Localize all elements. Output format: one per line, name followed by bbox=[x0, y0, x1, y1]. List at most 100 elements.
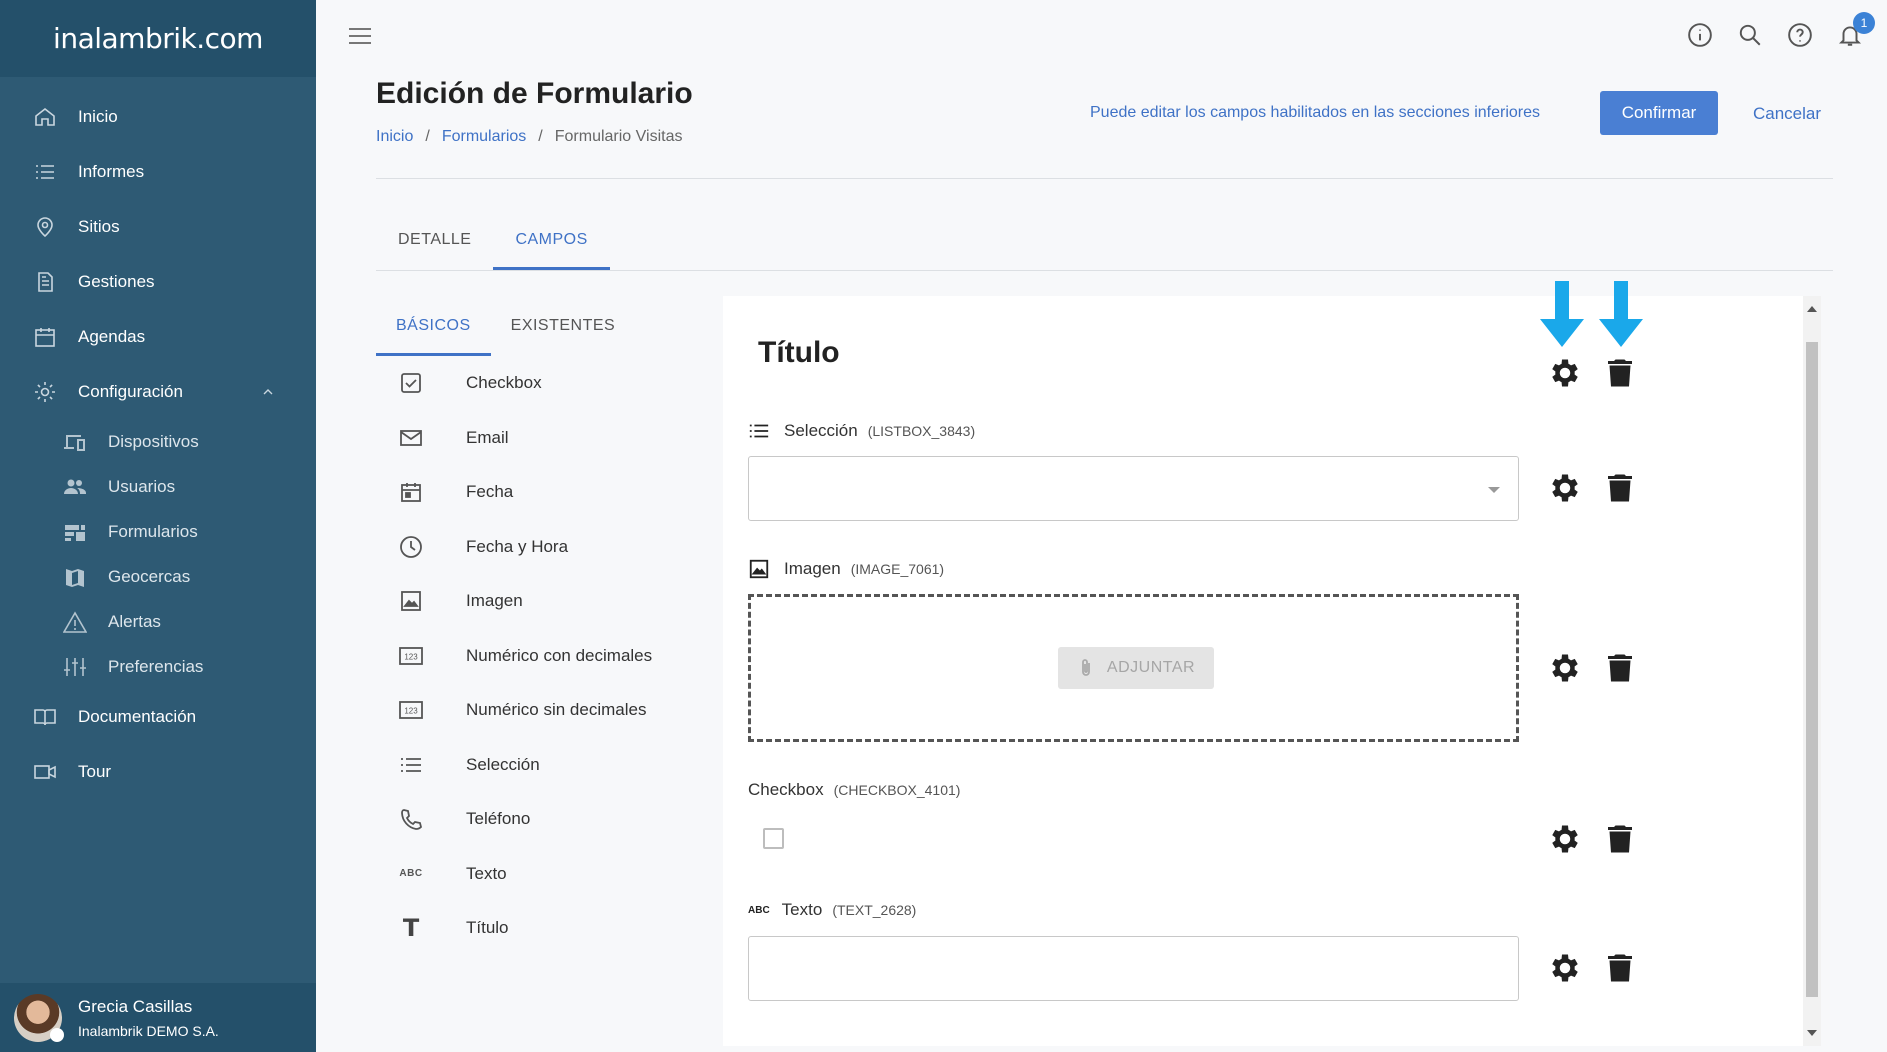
sidebar-item-sitios[interactable]: Sitios bbox=[0, 199, 316, 254]
subtab-existentes[interactable]: EXISTENTES bbox=[491, 303, 636, 356]
breadcrumb-inicio[interactable]: Inicio bbox=[376, 128, 413, 146]
field-code: (LISTBOX_3843) bbox=[867, 423, 976, 439]
confirm-button[interactable]: Confirmar bbox=[1600, 91, 1718, 135]
subtab-basicos[interactable]: BÁSICOS bbox=[376, 303, 491, 356]
top-actions: 1 bbox=[1687, 12, 1875, 48]
sidebar-item-label: Tour bbox=[78, 761, 112, 781]
imagen-settings-gear-icon[interactable] bbox=[1546, 649, 1584, 687]
scroll-up-icon[interactable] bbox=[1807, 306, 1817, 312]
checkbox-icon bbox=[398, 370, 424, 396]
image-dropzone[interactable]: ADJUNTAR bbox=[748, 594, 1519, 742]
sidebar-item-label: Documentación bbox=[78, 706, 197, 726]
book-icon bbox=[32, 704, 58, 730]
field-type-fecha[interactable]: Fecha bbox=[376, 465, 706, 520]
search-icon[interactable] bbox=[1737, 22, 1763, 48]
logo-bar: inalambrik.com bbox=[0, 0, 316, 77]
field-label-texto: ABC Texto (TEXT_2628) bbox=[748, 900, 916, 920]
sidebar-subitem-alertas[interactable]: Alertas bbox=[0, 599, 316, 644]
info-icon[interactable] bbox=[1687, 22, 1713, 48]
chevron-up-icon[interactable] bbox=[260, 384, 276, 405]
attach-button[interactable]: ADJUNTAR bbox=[1058, 647, 1214, 689]
sidebar-item-informes[interactable]: Informes bbox=[0, 144, 316, 199]
list-item-label: Email bbox=[466, 427, 509, 447]
texto-delete-trash-icon[interactable] bbox=[1601, 949, 1639, 987]
breadcrumb-formularios[interactable]: Formularios bbox=[442, 128, 526, 146]
breadcrumb: Inicio / Formularios / Formulario Visita… bbox=[376, 128, 682, 146]
sidebar-item-label: Configuración bbox=[78, 381, 183, 401]
seleccion-settings-gear-icon[interactable] bbox=[1546, 469, 1584, 507]
bell-icon[interactable]: 1 bbox=[1837, 12, 1875, 48]
list-item-label: Selección bbox=[466, 754, 540, 774]
menu-toggle-button[interactable] bbox=[349, 28, 371, 44]
sidebar-item-label: Usuarios bbox=[108, 476, 176, 496]
field-type-numerico-decimales[interactable]: 123 Numérico con decimales bbox=[376, 629, 706, 684]
field-type-numerico-sin-decimales[interactable]: 123 Numérico sin decimales bbox=[376, 683, 706, 738]
checkbox-input[interactable] bbox=[763, 828, 784, 849]
seleccion-select[interactable] bbox=[748, 456, 1519, 521]
sidebar-subitem-usuarios[interactable]: Usuarios bbox=[0, 464, 316, 509]
sidebar-subitem-geocercas[interactable]: Geocercas bbox=[0, 554, 316, 599]
help-icon[interactable] bbox=[1787, 22, 1813, 48]
sidebar-item-documentacion[interactable]: Documentación bbox=[0, 689, 316, 744]
sidebar-subitem-dispositivos[interactable]: Dispositivos bbox=[0, 419, 316, 464]
sidebar-item-tour[interactable]: Tour bbox=[0, 744, 316, 799]
field-label-imagen: Imagen (IMAGE_7061) bbox=[748, 558, 944, 580]
field-name: Checkbox bbox=[748, 780, 824, 799]
field-type-texto[interactable]: ABC Texto bbox=[376, 847, 706, 902]
video-icon bbox=[32, 759, 58, 785]
abc-icon-glyph: ABC bbox=[399, 868, 423, 880]
sidebar-subitem-formularios[interactable]: Formularios bbox=[0, 509, 316, 554]
list-item-label: Imagen bbox=[466, 591, 523, 611]
tab-detalle[interactable]: DETALLE bbox=[376, 216, 493, 270]
list-icon bbox=[748, 420, 772, 442]
image-icon bbox=[748, 558, 772, 580]
scroll-down-icon[interactable] bbox=[1807, 1030, 1817, 1036]
field-type-fecha-hora[interactable]: Fecha y Hora bbox=[376, 520, 706, 575]
header-divider bbox=[376, 178, 1833, 179]
list-item-label: Checkbox bbox=[466, 373, 542, 393]
field-type-seleccion[interactable]: Selección bbox=[376, 738, 706, 793]
texto-input[interactable] bbox=[748, 936, 1519, 1001]
checkbox-settings-gear-icon[interactable] bbox=[1546, 820, 1584, 858]
edit-hint: Puede editar los campos habilitados en l… bbox=[1090, 104, 1541, 121]
scroll-thumb[interactable] bbox=[1806, 342, 1818, 997]
brand-logo[interactable]: inalambrik.com bbox=[53, 22, 263, 55]
arrow-down-icon bbox=[1540, 281, 1584, 347]
field-type-telefono[interactable]: Teléfono bbox=[376, 792, 706, 847]
panel-scrollbar[interactable] bbox=[1803, 296, 1821, 1046]
notification-badge: 1 bbox=[1853, 12, 1875, 34]
tab-campos[interactable]: CAMPOS bbox=[493, 216, 610, 270]
user-org: Inalambrik DEMO S.A. bbox=[78, 1022, 219, 1039]
title-delete-trash-icon[interactable] bbox=[1601, 354, 1639, 392]
avatar bbox=[14, 993, 64, 1042]
checkbox-delete-trash-icon[interactable] bbox=[1601, 820, 1639, 858]
sidebar-item-inicio[interactable]: Inicio bbox=[0, 89, 316, 144]
texto-settings-gear-icon[interactable] bbox=[1546, 949, 1584, 987]
number-icon-glyph: 123 bbox=[404, 652, 418, 661]
map-icon bbox=[62, 566, 88, 588]
cancel-button[interactable]: Cancelar bbox=[1753, 104, 1821, 124]
devices-icon bbox=[62, 431, 88, 453]
list-item-label: Numérico con decimales bbox=[466, 645, 653, 665]
sidebar-subitem-preferencias[interactable]: Preferencias bbox=[0, 644, 316, 689]
field-type-titulo[interactable]: T Título bbox=[376, 901, 706, 956]
sidebar-item-label: Informes bbox=[78, 161, 145, 181]
user-profile[interactable]: Grecia Casillas Inalambrik DEMO S.A. bbox=[0, 983, 316, 1052]
imagen-delete-trash-icon[interactable] bbox=[1601, 649, 1639, 687]
calendar-icon bbox=[398, 479, 424, 505]
title-settings-gear-icon[interactable] bbox=[1546, 354, 1584, 392]
sidebar-item-configuracion[interactable]: Configuración bbox=[0, 364, 316, 419]
main-tabs: DETALLE CAMPOS bbox=[376, 216, 610, 270]
sidebar-item-agendas[interactable]: Agendas bbox=[0, 309, 316, 364]
field-type-email[interactable]: Email bbox=[376, 411, 706, 466]
sidebar-item-gestiones[interactable]: Gestiones bbox=[0, 254, 316, 309]
field-type-checkbox[interactable]: Checkbox bbox=[376, 356, 706, 411]
field-label-checkbox: Checkbox (CHECKBOX_4101) bbox=[748, 780, 960, 800]
arrow-down-icon bbox=[1599, 281, 1643, 347]
field-code: (CHECKBOX_4101) bbox=[833, 782, 961, 798]
warning-icon bbox=[62, 610, 88, 633]
list-item-label: Fecha bbox=[466, 482, 514, 502]
field-type-imagen[interactable]: Imagen bbox=[376, 574, 706, 629]
breadcrumb-current: Formulario Visitas bbox=[554, 128, 683, 145]
seleccion-delete-trash-icon[interactable] bbox=[1601, 469, 1639, 507]
